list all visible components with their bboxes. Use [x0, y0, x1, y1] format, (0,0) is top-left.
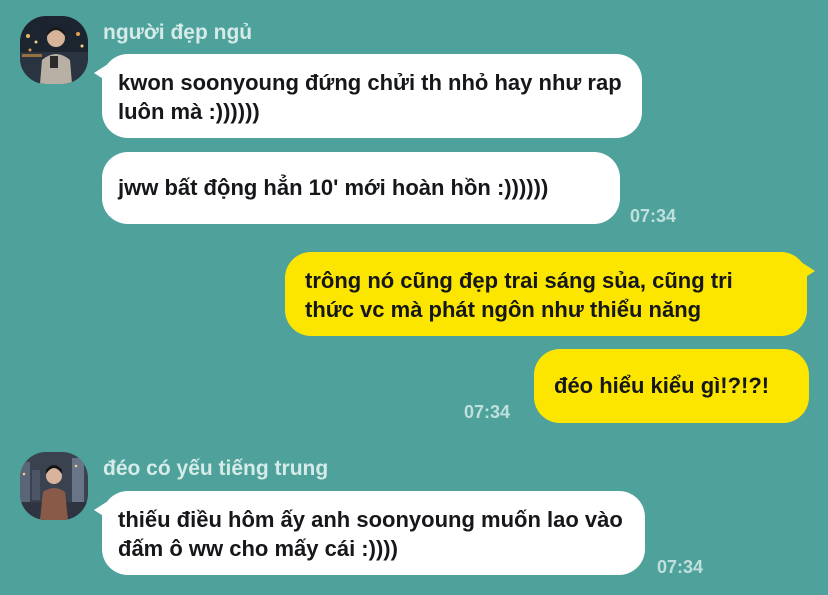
avatar-nguoi-dep-ngu[interactable]	[20, 16, 88, 84]
sender-name: người đẹp ngủ	[103, 21, 253, 44]
message-bubble-outgoing[interactable]: đéo hiểu kiểu gì!?!?!	[534, 349, 809, 423]
message-bubble[interactable]: jww bất động hẳn 10' mới hoàn hồn :)))))…	[102, 152, 620, 224]
message-text: thiếu điều hôm ấy anh soonyoung muốn lao…	[118, 507, 623, 561]
message-text: kwon soonyoung đứng chửi th nhỏ hay như …	[118, 70, 622, 124]
message-timestamp: 07:34	[630, 206, 677, 226]
bubble-tail	[801, 262, 815, 280]
sender-name: đéo có yếu tiếng trung	[103, 457, 329, 480]
message-timestamp: 07:34	[657, 557, 704, 577]
message-bubble[interactable]: kwon soonyoung đứng chửi th nhỏ hay như …	[94, 54, 642, 138]
message-timestamp: 07:34	[464, 402, 511, 422]
message-text: đéo hiểu kiểu gì!?!?!	[554, 373, 770, 398]
avatar-deo-co-yeu-tieng-trung[interactable]	[20, 452, 88, 520]
message-text: trông nó cũng đẹp trai sáng sủa, cũng tr…	[305, 268, 733, 322]
message-bubble[interactable]: thiếu điều hôm ấy anh soonyoung muốn lao…	[94, 491, 645, 575]
chat-thread: người đẹp ngủ kwon soonyoung đứng chửi t…	[0, 0, 828, 595]
message-text: jww bất động hẳn 10' mới hoàn hồn :)))))…	[118, 175, 549, 200]
bubble-tail	[94, 501, 108, 519]
message-bubble-outgoing[interactable]: trông nó cũng đẹp trai sáng sủa, cũng tr…	[285, 252, 815, 336]
bubble-tail	[94, 64, 108, 82]
